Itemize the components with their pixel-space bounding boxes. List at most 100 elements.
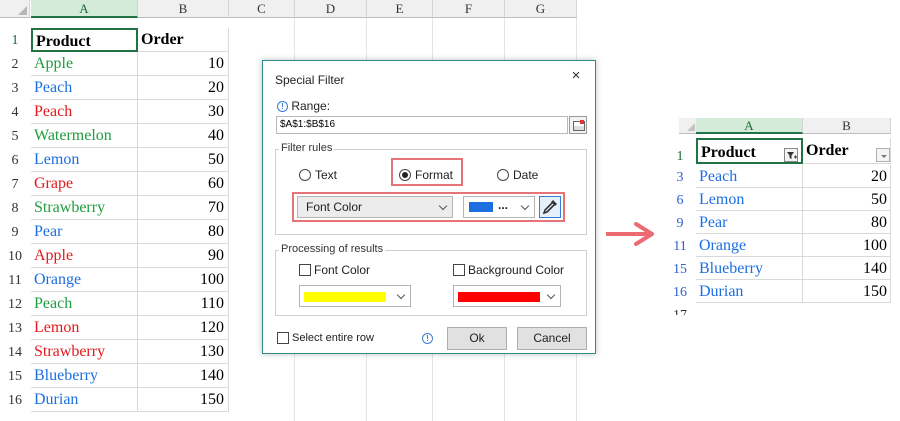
row-header[interactable]: 1 (665, 144, 695, 167)
row-header[interactable]: 13 (0, 316, 30, 340)
row-header[interactable]: 17 (665, 303, 695, 315)
radio-text[interactable]: Text (299, 168, 337, 182)
range-picker-icon[interactable] (569, 116, 587, 134)
yellow-swatch (304, 292, 386, 302)
font-color-select[interactable] (299, 285, 411, 307)
product-cell[interactable]: Pear (31, 220, 138, 244)
column-header-d[interactable]: D (295, 0, 367, 18)
order-cell[interactable]: 50 (138, 148, 229, 172)
close-icon[interactable]: × (567, 67, 585, 84)
order-cell[interactable]: 70 (138, 196, 229, 220)
product-cell[interactable]: Lemon (31, 148, 138, 172)
row-header[interactable]: 4 (0, 100, 30, 124)
column-header-f[interactable]: F (433, 0, 505, 18)
row-header[interactable]: 6 (665, 188, 695, 211)
product-cell[interactable]: Blueberry (696, 257, 803, 280)
row-header[interactable]: 3 (665, 165, 695, 188)
product-cell[interactable]: Pear (696, 211, 803, 234)
column-header-e[interactable]: E (367, 0, 433, 18)
product-cell[interactable]: Durian (31, 388, 138, 412)
row-header[interactable]: 9 (665, 211, 695, 234)
filter-dropdown-icon[interactable] (876, 148, 890, 162)
cell-b1-order-header[interactable]: Order (138, 28, 229, 52)
product-cell[interactable]: Orange (31, 268, 138, 292)
ok-button[interactable]: Ok (447, 327, 507, 350)
radio-format[interactable]: Format (399, 168, 453, 182)
row-header[interactable]: 7 (0, 172, 30, 196)
order-cell[interactable]: 80 (803, 211, 891, 234)
product-cell[interactable]: Peach (31, 100, 138, 124)
order-cell[interactable]: 140 (138, 364, 229, 388)
font-color-checkbox[interactable]: Font Color (299, 263, 370, 277)
order-cell[interactable]: 100 (138, 268, 229, 292)
product-cell[interactable]: Apple (31, 52, 138, 76)
select-all-corner[interactable] (0, 0, 30, 18)
font-color-picker[interactable]: ... (463, 196, 535, 218)
column-header-g[interactable]: G (505, 0, 577, 18)
product-cell[interactable]: Peach (31, 292, 138, 316)
order-cell[interactable]: 150 (138, 388, 229, 412)
order-cell[interactable]: 120 (138, 316, 229, 340)
order-cell[interactable]: 30 (138, 100, 229, 124)
order-cell[interactable]: 20 (803, 165, 891, 188)
product-cell[interactable]: Peach (696, 165, 803, 188)
product-cell[interactable]: Lemon (31, 316, 138, 340)
product-cell[interactable]: Blueberry (31, 364, 138, 388)
radio-date[interactable]: Date (497, 168, 538, 182)
product-cell[interactable]: Grape (31, 172, 138, 196)
rule-select[interactable]: Font Color (297, 196, 453, 218)
background-color-checkbox[interactable]: Background Color (453, 263, 564, 277)
product-cell[interactable]: Peach (31, 76, 138, 100)
select-all-corner[interactable] (679, 118, 697, 134)
column-header-b[interactable]: B (138, 0, 229, 18)
row-header[interactable]: 9 (0, 220, 30, 244)
cancel-button[interactable]: Cancel (517, 327, 587, 350)
product-cell[interactable]: Lemon (696, 188, 803, 211)
product-cell[interactable]: Strawberry (31, 196, 138, 220)
cell-a1-product-header[interactable]: Product (31, 28, 138, 52)
row-header[interactable]: 6 (0, 148, 30, 172)
order-cell[interactable]: 80 (138, 220, 229, 244)
background-color-select[interactable] (453, 285, 561, 307)
row-header[interactable]: 2 (0, 52, 30, 76)
product-cell[interactable]: Durian (696, 280, 803, 303)
row-header[interactable]: 12 (0, 292, 30, 316)
row-header[interactable]: 15 (0, 364, 30, 388)
column-header-c[interactable]: C (229, 0, 295, 18)
order-cell[interactable]: 100 (803, 234, 891, 257)
column-header-a[interactable]: A (696, 118, 803, 134)
order-cell[interactable]: 150 (803, 280, 891, 303)
order-cell[interactable]: 10 (138, 52, 229, 76)
row-header[interactable]: 1 (0, 28, 30, 52)
row-header[interactable]: 10 (0, 244, 30, 268)
eyedropper-icon[interactable] (539, 196, 561, 218)
row-header[interactable]: 5 (0, 124, 30, 148)
row-header[interactable]: 15 (665, 257, 695, 280)
product-cell[interactable]: Watermelon (31, 124, 138, 148)
row-header[interactable]: 11 (665, 234, 695, 257)
range-input[interactable]: $A$1:$B$16 (276, 116, 568, 134)
product-cell[interactable]: Apple (31, 244, 138, 268)
row-header[interactable]: 11 (0, 268, 30, 292)
column-header-a[interactable]: A (31, 0, 138, 18)
row-header[interactable]: 8 (0, 196, 30, 220)
row-header[interactable]: 14 (0, 340, 30, 364)
column-header-b[interactable]: B (803, 118, 891, 134)
order-cell[interactable]: 110 (138, 292, 229, 316)
order-cell[interactable]: 60 (138, 172, 229, 196)
product-cell[interactable]: Orange (696, 234, 803, 257)
order-cell[interactable]: 20 (138, 76, 229, 100)
row-header[interactable]: 16 (665, 280, 695, 303)
order-cell[interactable]: 140 (803, 257, 891, 280)
select-entire-row-checkbox[interactable]: Select entire row (277, 332, 374, 344)
order-cell[interactable]: 40 (138, 124, 229, 148)
checkbox-box (277, 332, 289, 344)
row-header[interactable]: 3 (0, 76, 30, 100)
order-cell[interactable]: 50 (803, 188, 891, 211)
filter-active-icon[interactable] (784, 148, 798, 162)
order-cell[interactable]: 130 (138, 340, 229, 364)
help-icon[interactable]: ! (422, 333, 433, 344)
product-cell[interactable]: Strawberry (31, 340, 138, 364)
order-cell[interactable]: 90 (138, 244, 229, 268)
row-header[interactable]: 16 (0, 388, 30, 412)
